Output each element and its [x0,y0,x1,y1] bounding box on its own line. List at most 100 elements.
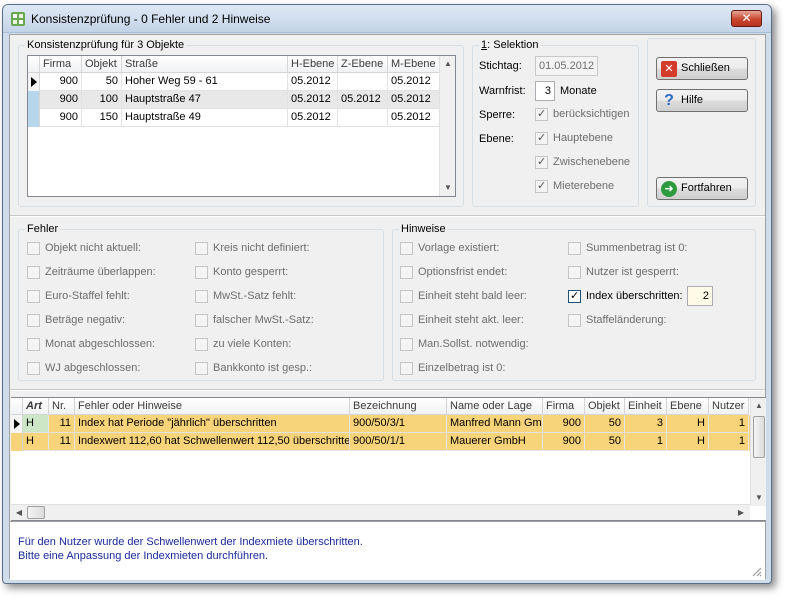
results-col-name[interactable]: Name oder Lage [447,398,543,415]
error-checkbox-mwst-falsch[interactable]: falscher MwSt.-Satz: [195,314,355,328]
error-checkbox-wj[interactable]: WJ abgeschlossen: [27,362,187,376]
cell-z-ebene [338,109,388,127]
results-col-nr[interactable]: Nr. [49,398,75,415]
objects-col-firma[interactable]: Firma [40,56,82,73]
hint-checkbox-nutzer-gesperrt[interactable]: Nutzer ist gesperrt: [568,266,728,280]
results-col-art[interactable]: Art [23,398,49,415]
window-close-button[interactable]: ✕ [731,10,762,27]
scroll-up-icon[interactable]: ▲ [440,56,455,72]
checkbox-label: berücksichtigen [553,108,630,120]
results-col-bezeichnung[interactable]: Bezeichnung [350,398,447,415]
objects-col-m-ebene[interactable]: M-Ebene [388,56,440,73]
scroll-thumb[interactable] [27,506,45,519]
results-col-einheit[interactable]: Einheit [625,398,667,415]
objects-col-h-ebene[interactable]: H-Ebene [288,56,338,73]
results-col-text[interactable]: Fehler oder Hinweise [75,398,350,415]
warnfrist-field[interactable]: 3 [535,81,555,101]
hint-checkbox-vorlage[interactable]: Vorlage existiert: [400,242,560,256]
errors-group-label: Fehler [25,223,61,235]
checkbox-box [195,290,208,303]
cell-art: H [23,415,49,433]
scroll-thumb[interactable] [753,416,765,458]
scroll-down-icon[interactable]: ▼ [440,180,455,196]
objects-col-objekt[interactable]: Objekt [82,56,122,73]
app-icon [11,12,25,26]
checkbox-box [400,338,413,351]
scroll-up-icon[interactable]: ▲ [751,398,766,414]
table-row[interactable]: 900 150 Hauptstraße 49 05.2012 05.2012 [28,109,441,127]
selection-group-label: 1: Selektion [479,39,541,51]
error-checkbox-zeitraeume[interactable]: Zeiträume überlappen: [27,266,187,280]
stichtag-field[interactable]: 01.05.2012 [535,56,598,76]
scroll-left-icon[interactable]: ◀ [11,505,27,520]
zwischenebene-checkbox[interactable]: Zwischenebene [535,156,635,170]
hint-checkbox-einzelbetrag[interactable]: Einzelbetrag ist 0: [400,362,560,376]
checkbox-label: Objekt nicht aktuell: [45,242,141,254]
objects-col-z-ebene[interactable]: Z-Ebene [338,56,388,73]
cell-firma: 900 [40,73,82,91]
error-checkbox-monat[interactable]: Monat abgeschlossen: [27,338,187,352]
hint-checkbox-index[interactable]: Index überschritten: [568,290,688,304]
sperre-checkbox[interactable]: berücksichtigen [535,108,635,122]
table-row[interactable]: 900 50 Hoher Weg 59 - 61 05.2012 05.2012 [28,73,441,91]
table-row[interactable]: H 11 Index hat Periode "jährlich" übersc… [11,415,750,433]
cell-nr: 11 [49,415,75,433]
close-button[interactable]: ✕ Schließen [656,57,748,80]
index-count-field[interactable]: 2 [687,286,713,306]
row-indicator [28,91,40,109]
error-checkbox-mwst-fehlt[interactable]: MwSt.-Satz fehlt: [195,290,355,304]
results-table[interactable]: Art Nr. Fehler oder Hinweise Bezeichnung… [11,397,766,521]
dialog-window: Konsistenzprüfung - 0 Fehler und 2 Hinwe… [2,4,772,584]
hint-checkbox-akt-leer[interactable]: Einheit steht akt. leer: [400,314,560,328]
objects-table[interactable]: Firma Objekt Straße H-Ebene Z-Ebene M-Eb… [27,55,456,197]
close-icon: ✕ [661,61,677,77]
title-bar[interactable]: Konsistenzprüfung - 0 Fehler und 2 Hinwe… [3,5,771,33]
resize-grip-icon[interactable] [750,565,762,577]
hint-checkbox-staffel[interactable]: Staffeländerung: [568,314,728,328]
cell-strasse: Hauptstraße 49 [122,109,288,127]
message-line-2: Bitte eine Anpassung der Indexmieten dur… [18,550,269,562]
hint-checkbox-bald-leer[interactable]: Einheit steht bald leer: [400,290,560,304]
checkbox-label: zu viele Konten: [213,338,292,350]
continue-button[interactable]: ➜ Fortfahren [656,177,748,200]
error-checkbox-kreis[interactable]: Kreis nicht definiert: [195,242,355,256]
checkbox-label: falscher MwSt.-Satz: [213,314,314,326]
sperre-label: Sperre: [479,109,516,121]
checkbox-box [195,314,208,327]
cell-art: H [23,433,49,451]
results-col-ebene[interactable]: Ebene [667,398,709,415]
hint-checkbox-man-sollst[interactable]: Man.Sollst. notwendig: [400,338,560,352]
checkbox-box [195,338,208,351]
hauptebene-checkbox[interactable]: Hauptebene [535,132,635,146]
checkbox-box [535,180,548,193]
help-button[interactable]: ? Hilfe [656,89,748,112]
error-checkbox-euro-staffel[interactable]: Euro-Staffel fehlt: [27,290,187,304]
mieterebene-checkbox[interactable]: Mieterebene [535,180,635,194]
checkbox-box [568,242,581,255]
scroll-right-icon[interactable]: ▶ [733,505,749,520]
objects-col-strasse[interactable]: Straße [122,56,288,73]
hints-group-label: Hinweise [399,223,448,235]
hint-checkbox-optionsfrist[interactable]: Optionsfrist endet: [400,266,560,280]
results-vertical-scrollbar[interactable]: ▲ ▼ [750,398,766,506]
continue-button-label: Fortfahren [681,182,732,194]
checkbox-box [27,362,40,375]
objects-vertical-scrollbar[interactable]: ▲ ▼ [439,56,455,196]
checkbox-box [400,290,413,303]
table-row[interactable]: H 11 Indexwert 112,60 hat Schwellenwert … [11,433,750,451]
results-horizontal-scrollbar[interactable]: ◀ ▶ [11,504,750,520]
scroll-down-icon[interactable]: ▼ [751,490,766,506]
results-col-nutzer[interactable]: Nutzer [709,398,749,415]
checkbox-box [535,132,548,145]
error-checkbox-betraege[interactable]: Beträge negativ: [27,314,187,328]
checkbox-label: Index überschritten: [586,290,683,302]
hint-checkbox-summenbetrag[interactable]: Summenbetrag ist 0: [568,242,728,256]
error-checkbox-bankkonto[interactable]: Bankkonto ist gesp.: [195,362,355,376]
table-row[interactable]: 900 100 Hauptstraße 47 05.2012 05.2012 0… [28,91,441,109]
results-col-firma[interactable]: Firma [543,398,585,415]
error-checkbox-konten[interactable]: zu viele Konten: [195,338,355,352]
results-col-objekt[interactable]: Objekt [585,398,625,415]
error-checkbox-objekt[interactable]: Objekt nicht aktuell: [27,242,187,256]
error-checkbox-konto[interactable]: Konto gesperrt: [195,266,355,280]
checkbox-box [27,242,40,255]
